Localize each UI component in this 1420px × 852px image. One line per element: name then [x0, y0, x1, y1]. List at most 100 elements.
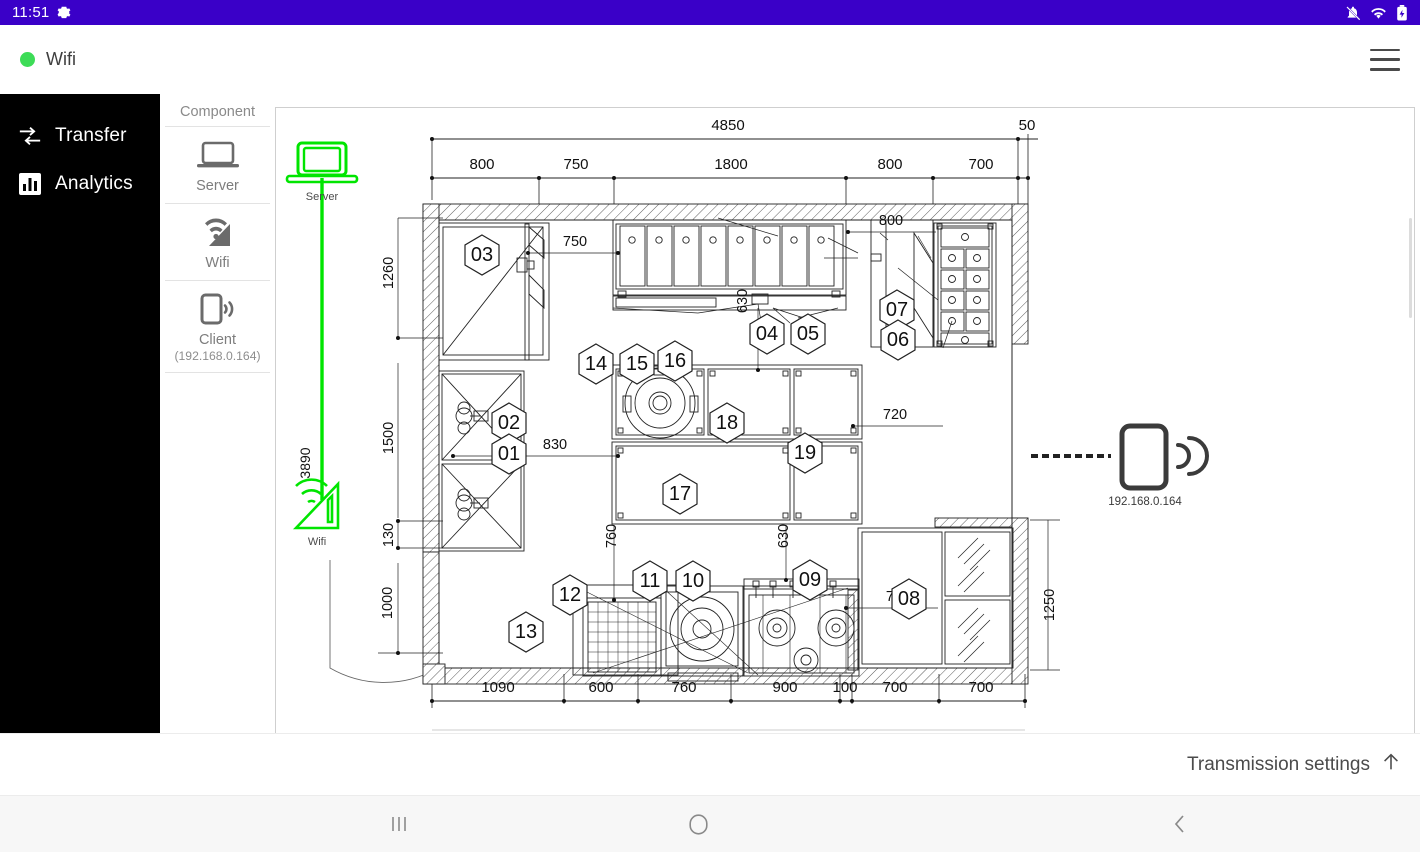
- canvas-node-label: Wifi: [308, 536, 326, 548]
- arrow-up-icon[interactable]: [1380, 751, 1402, 778]
- dim-left-1260: 1260: [381, 257, 397, 289]
- transmission-settings-bar[interactable]: Transmission settings: [0, 733, 1420, 795]
- callout-14[interactable]: 14: [578, 343, 614, 385]
- canvas-node-label: 192.168.0.164: [1108, 496, 1182, 508]
- android-nav-bar: [0, 795, 1420, 852]
- sidebar-item-transfer[interactable]: Transfer: [0, 112, 160, 160]
- callout-12[interactable]: 12: [552, 574, 588, 616]
- dim-inner-630b: 630: [776, 524, 792, 548]
- callout-11[interactable]: 11: [632, 560, 668, 602]
- svg-text:09: 09: [799, 569, 821, 591]
- floor-plan-drawing[interactable]: 4850 50 800 750 1800 800 700 750 800 830…: [285, 108, 1415, 733]
- component-item-client[interactable]: Client (192.168.0.164): [165, 280, 270, 372]
- sidebar: Transfer Analytics: [0, 94, 160, 733]
- analytics-icon: [18, 172, 42, 196]
- canvas-node-client[interactable]: 192.168.0.164: [1108, 423, 1209, 508]
- svg-text:13: 13: [515, 621, 537, 643]
- component-item-label: Server: [196, 178, 239, 194]
- dim-bot-4: 900: [772, 679, 797, 696]
- svg-text:11: 11: [640, 570, 661, 592]
- bell-off-icon: [1345, 5, 1361, 21]
- main-content: Transfer Analytics Component Server Wifi…: [0, 94, 1420, 733]
- dim-top-right: 50: [1019, 117, 1036, 134]
- recents-icon[interactable]: [340, 815, 458, 833]
- svg-text:10: 10: [682, 570, 704, 592]
- canvas-node-wifi[interactable]: [292, 478, 340, 530]
- dim-top-3: 1800: [714, 156, 747, 173]
- svg-text:14: 14: [585, 353, 607, 375]
- component-panel-filler: [165, 372, 270, 733]
- canvas-node-label: Server: [306, 191, 339, 203]
- component-panel: Component Server Wifi Client (192.168.0.…: [160, 94, 275, 733]
- android-status-bar: 11:51: [0, 0, 1420, 25]
- component-item-label: Wifi: [205, 255, 230, 271]
- dim-left-130: 130: [381, 523, 397, 547]
- sidebar-item-label: Transfer: [55, 125, 127, 146]
- dim-inner-750: 750: [563, 234, 587, 250]
- component-item-label: Client: [198, 332, 237, 348]
- gear-icon: [57, 5, 71, 21]
- transfer-icon: [18, 124, 42, 148]
- canvas-node-server[interactable]: Server: [285, 141, 359, 203]
- wifi-signal-icon: [198, 212, 238, 252]
- laptop-icon: [196, 135, 240, 175]
- dim-top-overall: 4850: [711, 117, 744, 134]
- dim-bot-6: 700: [882, 679, 907, 696]
- dim-inner-630a: 630: [735, 289, 751, 313]
- battery-icon: [1396, 4, 1408, 21]
- status-bar-clock: 11:51: [12, 4, 50, 21]
- connection-status: Wifi: [20, 49, 76, 70]
- dim-inner-760: 760: [604, 524, 620, 548]
- svg-text:17: 17: [669, 483, 691, 505]
- svg-text:08: 08: [898, 588, 920, 610]
- callout-03[interactable]: 03: [464, 234, 500, 276]
- callout-17[interactable]: 17: [662, 473, 698, 515]
- dim-bot-3: 760: [671, 679, 696, 696]
- callout-13[interactable]: 13: [508, 611, 544, 653]
- component-panel-title: Component: [180, 104, 255, 120]
- canvas-area[interactable]: 4850 50 800 750 1800 800 700 750 800 830…: [275, 94, 1420, 733]
- dim-bot-1: 1090: [481, 679, 514, 696]
- dim-inner-800: 800: [879, 213, 903, 229]
- dim-inner-720: 720: [883, 407, 907, 423]
- dim-left-1500: 1500: [381, 422, 397, 454]
- phone-signal-icon: [196, 289, 240, 329]
- callout-09[interactable]: 09: [792, 559, 828, 601]
- dim-inner-830: 830: [543, 437, 567, 453]
- callout-04[interactable]: 04: [749, 313, 785, 355]
- svg-text:04: 04: [756, 323, 778, 345]
- dim-top-1: 800: [469, 156, 494, 173]
- back-icon[interactable]: [939, 814, 1420, 834]
- link-dimension: 3890: [297, 447, 313, 478]
- callout-05[interactable]: 05: [790, 313, 826, 355]
- connection-label: Wifi: [46, 49, 76, 69]
- dim-top-2: 750: [563, 156, 588, 173]
- svg-text:02: 02: [498, 412, 520, 434]
- status-badge: [20, 52, 35, 67]
- callout-15[interactable]: 15: [619, 343, 655, 385]
- dim-bot-5: 100: [832, 679, 857, 696]
- svg-text:07: 07: [886, 299, 908, 321]
- svg-text:16: 16: [664, 350, 686, 372]
- callout-08[interactable]: 08: [891, 578, 927, 620]
- callout-10[interactable]: 10: [675, 560, 711, 602]
- canvas-frame: 4850 50 800 750 1800 800 700 750 800 830…: [275, 107, 1415, 733]
- component-item-wifi[interactable]: Wifi: [165, 203, 270, 280]
- svg-text:12: 12: [559, 584, 581, 606]
- component-item-sublabel: (192.168.0.164): [174, 349, 261, 363]
- callout-18[interactable]: 18: [709, 402, 745, 444]
- dim-bot-7: 700: [968, 679, 993, 696]
- dim-top-4: 800: [877, 156, 902, 173]
- svg-text:05: 05: [797, 323, 819, 345]
- hamburger-menu-icon[interactable]: [1370, 48, 1400, 71]
- svg-text:03: 03: [471, 244, 493, 266]
- status-bar-system-icons: [1345, 4, 1408, 21]
- canvas-scrollbar[interactable]: [1409, 218, 1412, 318]
- sidebar-item-label: Analytics: [55, 173, 133, 194]
- svg-text:15: 15: [626, 353, 648, 375]
- home-icon[interactable]: [458, 813, 939, 835]
- component-item-server[interactable]: Server: [165, 126, 270, 203]
- dim-top-5: 700: [968, 156, 993, 173]
- transmission-settings-label: Transmission settings: [1186, 753, 1370, 775]
- sidebar-item-analytics[interactable]: Analytics: [0, 160, 160, 208]
